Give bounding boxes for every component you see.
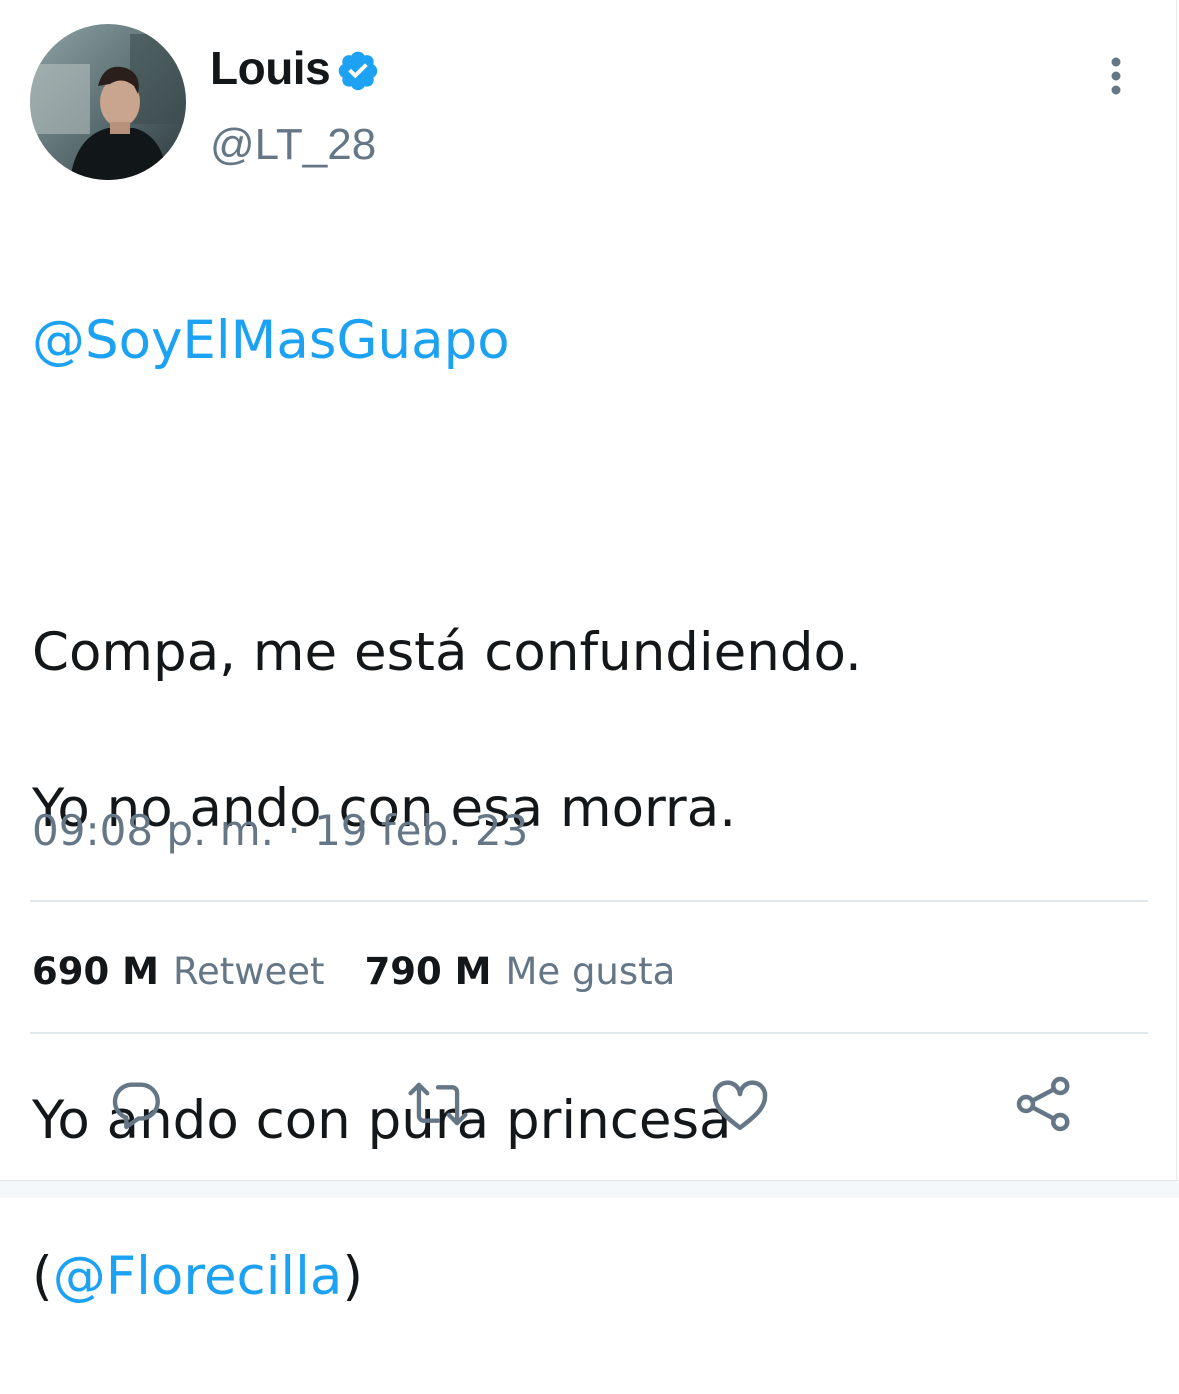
divider-top — [30, 900, 1148, 902]
tweet-timestamp[interactable]: 09:08 p. m. · 19 feb. 23 — [32, 806, 528, 855]
retweet-count[interactable]: 690 M — [32, 950, 159, 993]
like-button[interactable] — [708, 1072, 772, 1136]
like-label[interactable]: Me gusta — [506, 950, 676, 993]
avatar[interactable] — [30, 24, 186, 180]
author-handle[interactable]: @LT_28 — [210, 120, 376, 170]
reply-icon — [112, 1082, 160, 1130]
verified-badge-icon — [338, 51, 378, 91]
reply-button[interactable] — [104, 1072, 168, 1136]
like-icon — [712, 1080, 768, 1130]
engagement-stats: 690 M Retweet 790 M Me gusta — [32, 944, 675, 998]
share-icon — [1016, 1076, 1070, 1132]
share-button[interactable] — [1012, 1072, 1076, 1136]
like-count[interactable]: 790 M — [365, 950, 492, 993]
retweet-label[interactable]: Retweet — [173, 950, 325, 993]
reply-mention-link[interactable]: @SoyElMasGuapo — [32, 310, 510, 371]
divider-bottom — [30, 1032, 1148, 1034]
display-name[interactable]: Louis — [210, 41, 331, 95]
tweet-line-3: Yo ando con pura princesa — [32, 1090, 732, 1151]
tweet-line-4: (@Florecilla) — [32, 1238, 1132, 1316]
tweet-line-1: Compa, me está confundiendo. — [32, 622, 862, 683]
right-edge — [1176, 0, 1177, 1180]
inline-mention-link[interactable]: @Florecilla — [53, 1246, 343, 1307]
more-vertical-icon — [1111, 57, 1121, 95]
paren-close: ) — [342, 1246, 364, 1307]
profile-photo-icon — [30, 24, 186, 180]
author-name-row[interactable]: Louis — [210, 40, 380, 96]
paren-open: ( — [32, 1246, 53, 1307]
retweet-button[interactable] — [406, 1072, 470, 1136]
more-options-button[interactable] — [1098, 52, 1134, 100]
retweet-icon — [408, 1082, 468, 1126]
